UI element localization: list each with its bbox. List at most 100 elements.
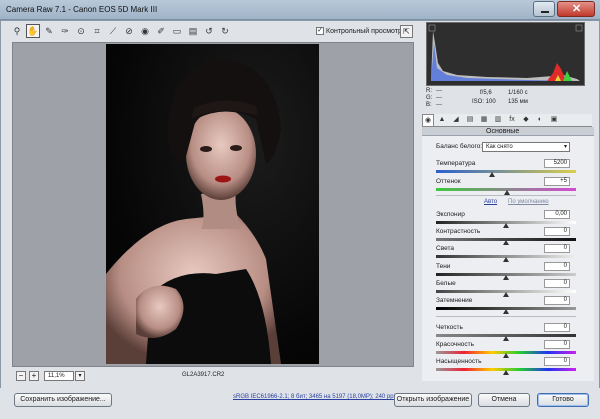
panel-tab-1[interactable]: ▲ (436, 114, 448, 126)
highlights-label: Света (436, 245, 454, 252)
blacks-value[interactable]: 0 (544, 296, 570, 305)
save-image-button[interactable]: Сохранить изображение... (14, 393, 112, 407)
workflow-options-link[interactable]: sRGB IEC61966-2.1; 8 бит; 3465 на 5197 (… (233, 394, 395, 400)
portrait-image (106, 44, 319, 364)
rotate-cw-icon[interactable]: ↻ (218, 24, 232, 38)
r-label: R: (426, 88, 432, 94)
crop-icon[interactable]: ⌗ (90, 24, 104, 38)
preferences-icon[interactable]: ▤ (186, 24, 200, 38)
graduated-filter-icon[interactable]: ▭ (170, 24, 184, 38)
temperature-slider-track[interactable] (436, 170, 576, 173)
file-name: GL2A3917.CR2 (182, 372, 225, 378)
clarity-value[interactable]: 0 (544, 323, 570, 332)
vibrance-slider-thumb[interactable] (503, 353, 509, 358)
exposure-label: Экспонир (436, 211, 465, 218)
panel-header: Основные (422, 127, 594, 136)
divider (436, 316, 576, 317)
zoom-level-field[interactable]: 11,1% (44, 371, 74, 381)
hand-icon[interactable]: ✋ (26, 24, 40, 38)
histogram-graph (427, 23, 584, 85)
basic-panel: Основные Баланс белого: Как снято ▾ Темп… (422, 127, 594, 381)
panel-tab-4[interactable]: ▦ (478, 114, 490, 126)
minimize-icon (541, 11, 549, 13)
g-label: G: (426, 95, 433, 101)
camera-info: R: --- G: --- B: --- f/5,6 1/160 с ISO: … (426, 88, 596, 110)
panel-tab-5[interactable]: ▥ (492, 114, 504, 126)
contrast-slider-thumb[interactable] (503, 240, 509, 245)
tint-label: Оттенок (436, 178, 461, 185)
panel-tab-7[interactable]: ◆ (520, 114, 532, 126)
g-value: --- (436, 95, 442, 101)
zoom-bar: − + 11,1% ▾ GL2A3917.CR2 (12, 370, 414, 384)
saturation-slider-thumb[interactable] (503, 370, 509, 375)
aperture: f/5,6 (480, 90, 492, 96)
preview-check-icon[interactable]: ✓ (316, 27, 324, 35)
white-balance-select[interactable]: Как снято ▾ (482, 142, 570, 152)
temperature-label: Температура (436, 160, 476, 167)
panel-tab-8[interactable]: ◐ (534, 114, 546, 126)
highlights-value[interactable]: 0 (544, 244, 570, 253)
divider (436, 195, 576, 196)
done-button[interactable]: Готово (537, 393, 589, 407)
clarity-slider-thumb[interactable] (503, 336, 509, 341)
adjustment-brush-icon[interactable]: ✐ (154, 24, 168, 38)
white-balance-label: Баланс белого: (436, 143, 483, 150)
red-eye-icon[interactable]: ◉ (138, 24, 152, 38)
vibrance-value[interactable]: 0 (544, 340, 570, 349)
zoom-icon[interactable]: ⚲ (10, 24, 24, 38)
whites-label: Белые (436, 280, 456, 287)
auto-link[interactable]: Авто (484, 199, 497, 205)
preview-checkbox[interactable]: ✓ Контрольный просмотр (316, 27, 402, 35)
r-value: --- (436, 88, 442, 94)
temperature-slider-thumb[interactable] (489, 172, 495, 177)
contrast-label: Контрастность (436, 228, 481, 235)
fullscreen-button[interactable]: ⇱ (400, 25, 413, 38)
straighten-icon[interactable]: ⟋ (106, 24, 120, 38)
highlights-slider-thumb[interactable] (503, 257, 509, 262)
blacks-label: Затемнение (436, 297, 473, 304)
iso: ISO: 100 (472, 99, 496, 105)
rotate-ccw-icon[interactable]: ↺ (202, 24, 216, 38)
title-bar: Camera Raw 7.1 - Canon EOS 5D Mark III ✕ (0, 0, 600, 20)
exposure-slider-thumb[interactable] (503, 223, 509, 228)
histogram (426, 22, 585, 86)
chevron-down-icon: ▾ (563, 144, 567, 150)
default-link[interactable]: По умолчанию (508, 199, 549, 205)
temperature-value[interactable]: 5200 (544, 159, 570, 168)
close-button[interactable]: ✕ (557, 1, 595, 17)
color-sampler-icon[interactable]: ✑ (58, 24, 72, 38)
targeted-adjustment-icon[interactable]: ⊙ (74, 24, 88, 38)
panel-tab-3[interactable]: ▤ (464, 114, 476, 126)
panel-tab-6[interactable]: fx (506, 114, 518, 126)
panel-title: Основные (486, 128, 520, 135)
shadows-value[interactable]: 0 (544, 262, 570, 271)
panel-tab-9[interactable]: ▣ (548, 114, 560, 126)
whites-slider-thumb[interactable] (503, 292, 509, 297)
window-title: Camera Raw 7.1 - Canon EOS 5D Mark III (6, 5, 158, 14)
shadows-slider-thumb[interactable] (503, 275, 509, 280)
contrast-value[interactable]: 0 (544, 227, 570, 236)
spot-removal-icon[interactable]: ⊘ (122, 24, 136, 38)
saturation-value[interactable]: 0 (544, 357, 570, 366)
close-icon: ✕ (572, 3, 582, 15)
white-balance-value: Как снято (486, 144, 513, 150)
cancel-button[interactable]: Отмена (478, 393, 530, 407)
preview-photo[interactable] (106, 44, 319, 364)
whites-value[interactable]: 0 (544, 279, 570, 288)
zoom-out-button[interactable]: − (16, 371, 26, 381)
white-balance-icon[interactable]: ✎ (42, 24, 56, 38)
b-label: B: (426, 102, 432, 108)
exposure-value[interactable]: 0,00 (544, 210, 570, 219)
minimize-button[interactable] (533, 1, 555, 17)
zoom-dropdown-icon[interactable]: ▾ (75, 371, 85, 381)
tint-value[interactable]: +5 (544, 177, 570, 186)
panel-tab-2[interactable]: ◢ (450, 114, 462, 126)
panel-tabs: ◉ ▲ ◢ ▤ ▦ ▥ fx ◆ ◐ ▣ (422, 114, 592, 127)
panel-tab-0[interactable]: ◉ (422, 114, 434, 126)
saturation-label: Насыщенность (436, 358, 482, 365)
open-image-button[interactable]: Открыть изображение (394, 393, 472, 407)
zoom-in-button[interactable]: + (29, 371, 39, 381)
preview-label: Контрольный просмотр (326, 27, 402, 35)
shutter-speed: 1/160 с (508, 90, 528, 96)
blacks-slider-thumb[interactable] (503, 309, 509, 314)
